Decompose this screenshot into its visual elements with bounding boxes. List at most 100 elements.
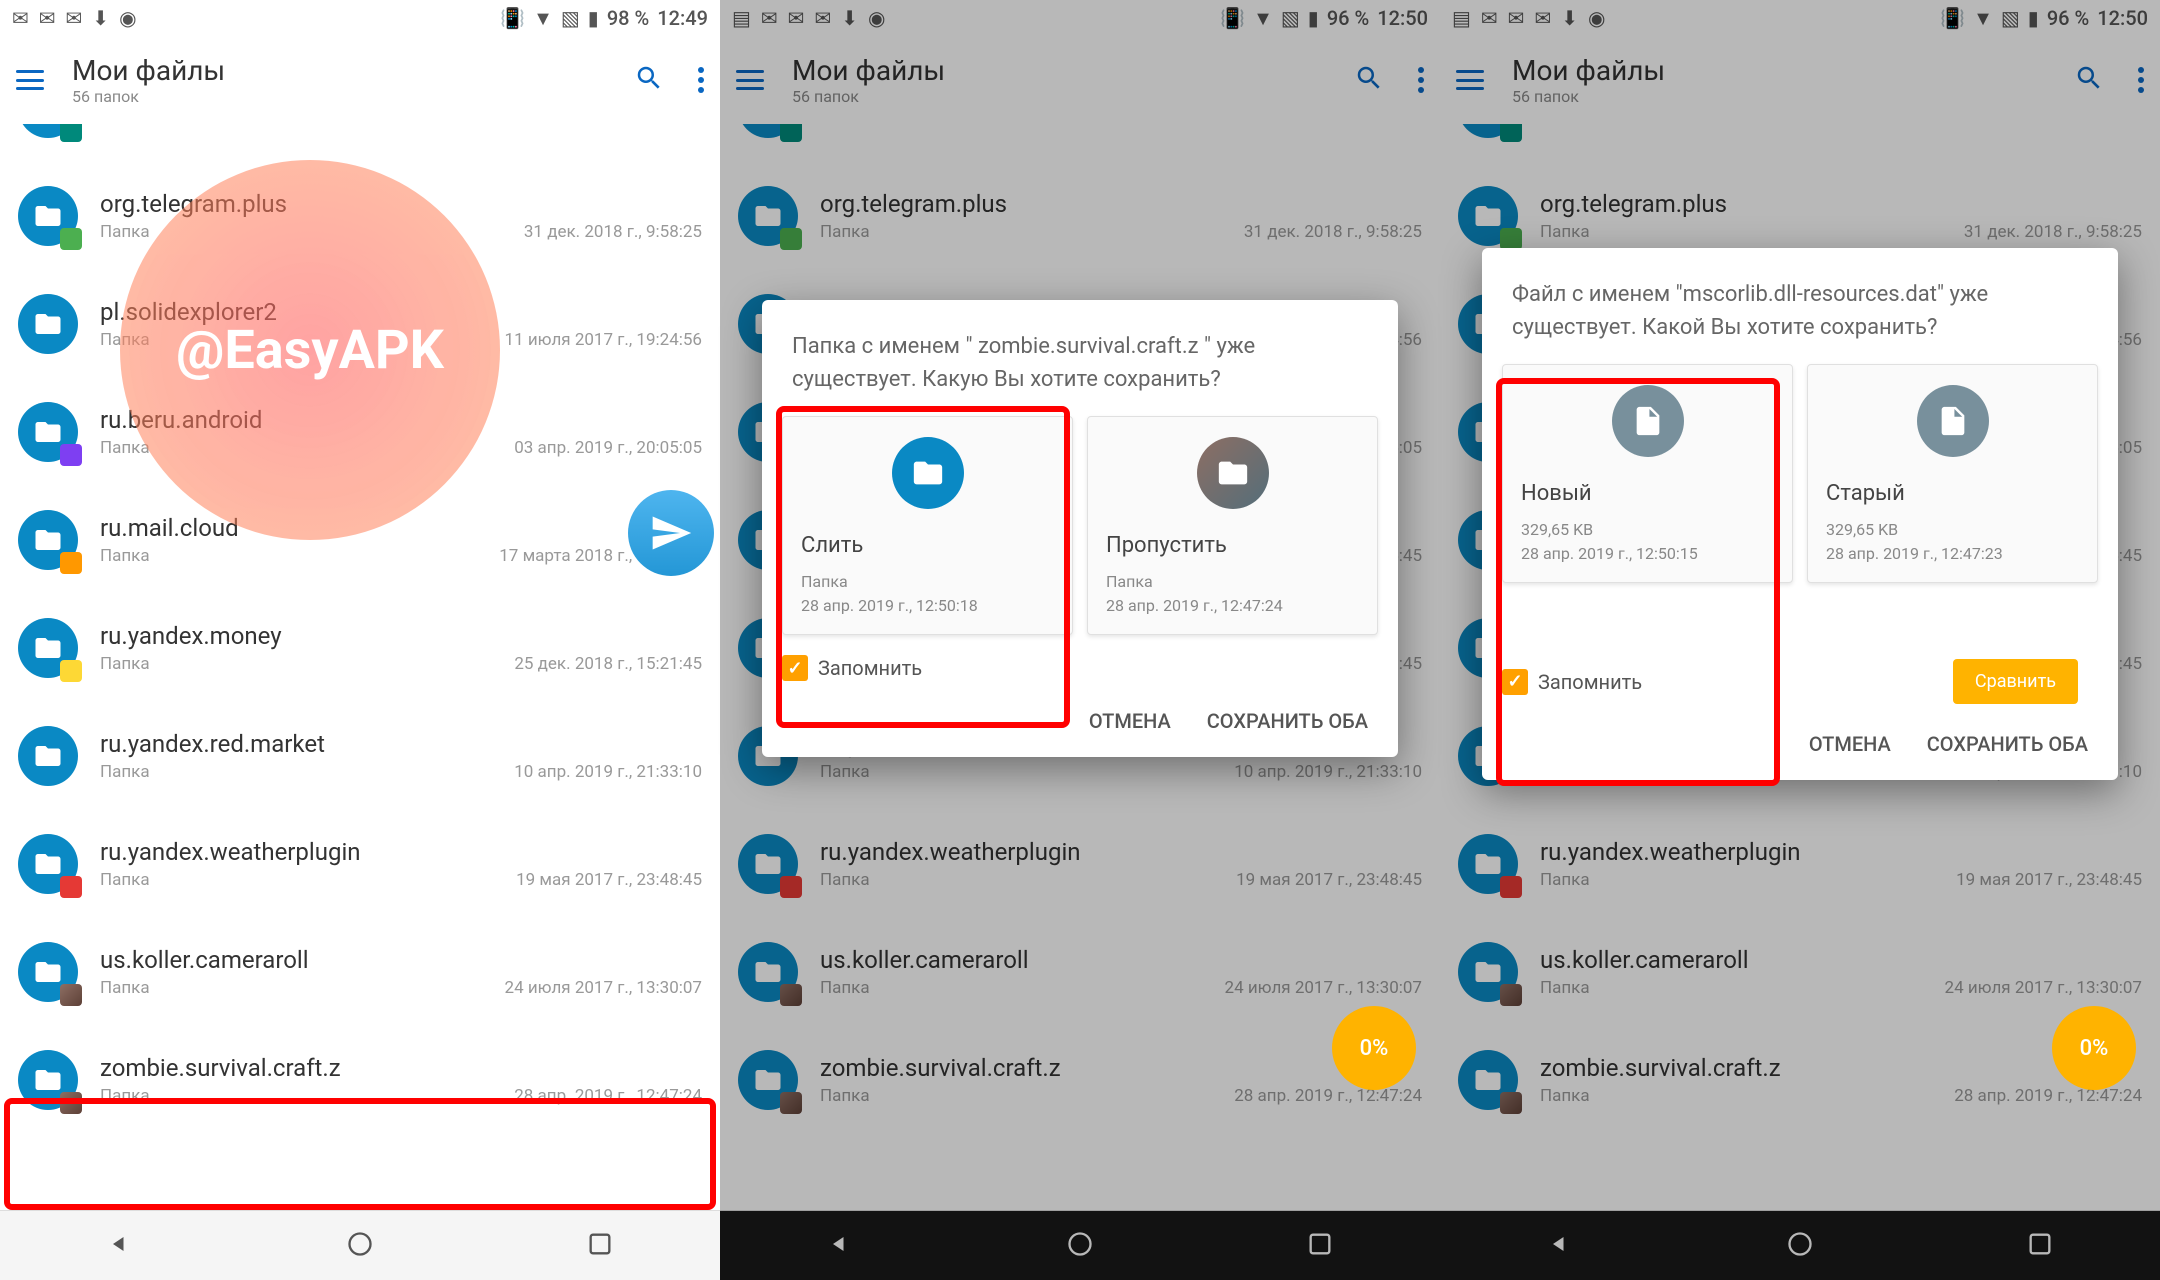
folder-type: Папка: [100, 330, 150, 350]
screen-3: ▤✉✉✉⬇◉ 📳▼▧▮96 %12:50 Мои файлы56 папок П…: [1440, 0, 2160, 1280]
overflow-button[interactable]: [1418, 67, 1424, 93]
app-badge: [60, 552, 82, 574]
folder-name: us.koller.cameraroll: [1540, 946, 2142, 974]
overflow-button[interactable]: [698, 67, 704, 93]
old-file-card[interactable]: Старый 329,65 KB 28 апр. 2019 г., 12:47:…: [1807, 364, 2098, 583]
clock: 12:49: [657, 6, 708, 30]
highlight: [4, 1098, 716, 1210]
compare-button[interactable]: Сравнить: [1953, 659, 2078, 704]
folder-row[interactable]: org.telegram.plusПапка31 дек. 2018 г., 9…: [720, 162, 1440, 270]
skip-card[interactable]: Пропустить Папка 28 апр. 2019 г., 12:47:…: [1087, 416, 1378, 635]
app-badge: [1500, 876, 1522, 898]
folder-date: 10 апр. 2019 г., 21:33:10: [1234, 762, 1422, 782]
app-badge: [60, 660, 82, 682]
folder-list[interactable]: Папка15 марта 2019 г., 18:07:19org.teleg…: [0, 124, 720, 1210]
folder-icon: [1197, 437, 1269, 509]
home-button[interactable]: [346, 1230, 374, 1262]
folder-icon: [18, 402, 78, 462]
screen-2: ▤✉✉✉⬇◉ 📳▼▧▮96 %12:50 Мои файлы56 папок П…: [720, 0, 1440, 1280]
mail-icon: ✉: [12, 6, 29, 30]
folder-row[interactable]: us.koller.camerarollПапка24 июля 2017 г.…: [720, 918, 1440, 1026]
menu-button[interactable]: [16, 70, 44, 90]
folder-row[interactable]: org.telegram.plusПапка31 дек. 2018 г., 9…: [0, 162, 720, 270]
folder-row[interactable]: Папка15 марта 2019 г., 18:07:19: [0, 124, 720, 162]
cancel-button[interactable]: ОТМЕНА: [1809, 732, 1891, 756]
app-badge: [60, 228, 82, 250]
folder-name: org.telegram.plus: [820, 190, 1422, 218]
folder-date: 31 дек. 2018 г., 9:58:25: [524, 222, 702, 242]
folder-row[interactable]: ru.yandex.weatherpluginПапка19 мая 2017 …: [720, 810, 1440, 918]
app-badge: [1500, 228, 1522, 250]
folder-icon: [1458, 834, 1518, 894]
folder-name: us.koller.cameraroll: [100, 946, 702, 974]
menu-button[interactable]: [1456, 70, 1484, 90]
back-button[interactable]: [826, 1230, 854, 1262]
folder-date: 24 июля 2017 г., 13:30:07: [1225, 978, 1422, 998]
battery-text: 98 %: [607, 6, 649, 30]
folder-type: Папка: [1540, 870, 1590, 890]
folder-icon: [18, 942, 78, 1002]
app-bar: Мои файлы 56 папок: [0, 36, 720, 124]
app-badge: [1500, 1092, 1522, 1114]
home-button[interactable]: [1786, 1230, 1814, 1262]
folder-row[interactable]: us.koller.camerarollПапка24 июля 2017 г.…: [1440, 918, 2160, 1026]
download-icon: ⬇: [92, 6, 109, 30]
folder-type: Папка: [100, 546, 150, 566]
folder-row[interactable]: ru.yandex.red.marketПапка10 апр. 2019 г.…: [0, 702, 720, 810]
folder-icon: [738, 942, 798, 1002]
folder-row[interactable]: ru.yandex.weatherpluginПапка19 мая 2017 …: [1440, 810, 2160, 918]
app-badge: [60, 444, 82, 466]
folder-date: 19 мая 2017 г., 23:48:45: [1956, 870, 2142, 890]
folder-type: Папка: [820, 978, 870, 998]
folder-type: Папка: [100, 654, 150, 674]
folder-row[interactable]: ru.mail.cloudПапка17 марта 2018 г., 10:2…: [0, 486, 720, 594]
app-badge: [1500, 124, 1522, 142]
page-title: Мои файлы: [72, 54, 606, 87]
folder-icon: [1458, 942, 1518, 1002]
app-badge: [60, 876, 82, 898]
mail-icon: ✉: [66, 6, 83, 30]
wifi-icon: ▼: [533, 6, 553, 31]
search-button[interactable]: [2074, 63, 2104, 97]
folder-name: ru.yandex.money: [100, 622, 702, 650]
folder-icon: [18, 186, 78, 246]
cancel-button[interactable]: ОТМЕНА: [1089, 709, 1171, 733]
overflow-button[interactable]: [2138, 67, 2144, 93]
nav-bar: [0, 1210, 720, 1280]
folder-date: 24 июля 2017 г., 13:30:07: [505, 978, 702, 998]
folder-date: 28 апр. 2019 г., 12:47:24: [1954, 1086, 2142, 1106]
folder-row[interactable]: ru.beru.androidПапка03 апр. 2019 г., 20:…: [0, 378, 720, 486]
recents-button[interactable]: [2026, 1230, 2054, 1262]
app-badge: [60, 984, 82, 1006]
save-both-button[interactable]: СОХРАНИТЬ ОБА: [1207, 709, 1368, 733]
menu-button[interactable]: [736, 70, 764, 90]
folder-date: 03 апр. 2019 г., 20:05:05: [514, 438, 702, 458]
highlight: [776, 406, 1070, 728]
conflict-dialog-folder: Папка с именем " zombie.survival.craft.z…: [762, 300, 1398, 757]
folder-row[interactable]: Папка15 марта 2019 г., 18:07:19: [1440, 124, 2160, 162]
progress-fab[interactable]: 0%: [1332, 1006, 1416, 1090]
folder-row[interactable]: ru.yandex.weatherpluginПапка19 мая 2017 …: [0, 810, 720, 918]
save-both-button[interactable]: СОХРАНИТЬ ОБА: [1927, 732, 2088, 756]
back-button[interactable]: [106, 1230, 134, 1262]
folder-row[interactable]: us.koller.camerarollПапка24 июля 2017 г.…: [0, 918, 720, 1026]
search-button[interactable]: [1354, 63, 1384, 97]
folder-date: 19 мая 2017 г., 23:48:45: [1236, 870, 1422, 890]
recents-button[interactable]: [1306, 1230, 1334, 1262]
progress-fab[interactable]: 0%: [2052, 1006, 2136, 1090]
conflict-dialog-file: Файл с именем "mscorlib.dll-resources.da…: [1482, 248, 2118, 780]
status-bar: ✉ ✉ ✉ ⬇ ◉ 📳 ▼ ▧ ▮ 98 % 12:49: [0, 0, 720, 36]
folder-name: pl.solidexplorer2: [100, 298, 702, 326]
home-button[interactable]: [1066, 1230, 1094, 1262]
folder-row[interactable]: pl.solidexplorer2Папка11 июля 2017 г., 1…: [0, 270, 720, 378]
search-button[interactable]: [634, 63, 664, 97]
recents-button[interactable]: [586, 1230, 614, 1262]
folder-row[interactable]: Папка15 марта 2019 г., 18:07:19: [720, 124, 1440, 162]
folder-row[interactable]: ru.yandex.moneyПапка25 дек. 2018 г., 15:…: [0, 594, 720, 702]
dialog-message: Файл с именем "mscorlib.dll-resources.da…: [1482, 278, 2118, 364]
folder-icon: [18, 124, 78, 138]
app-badge: [780, 1092, 802, 1114]
folder-icon: [18, 618, 78, 678]
folder-type: Папка: [100, 438, 150, 458]
back-button[interactable]: [1546, 1230, 1574, 1262]
